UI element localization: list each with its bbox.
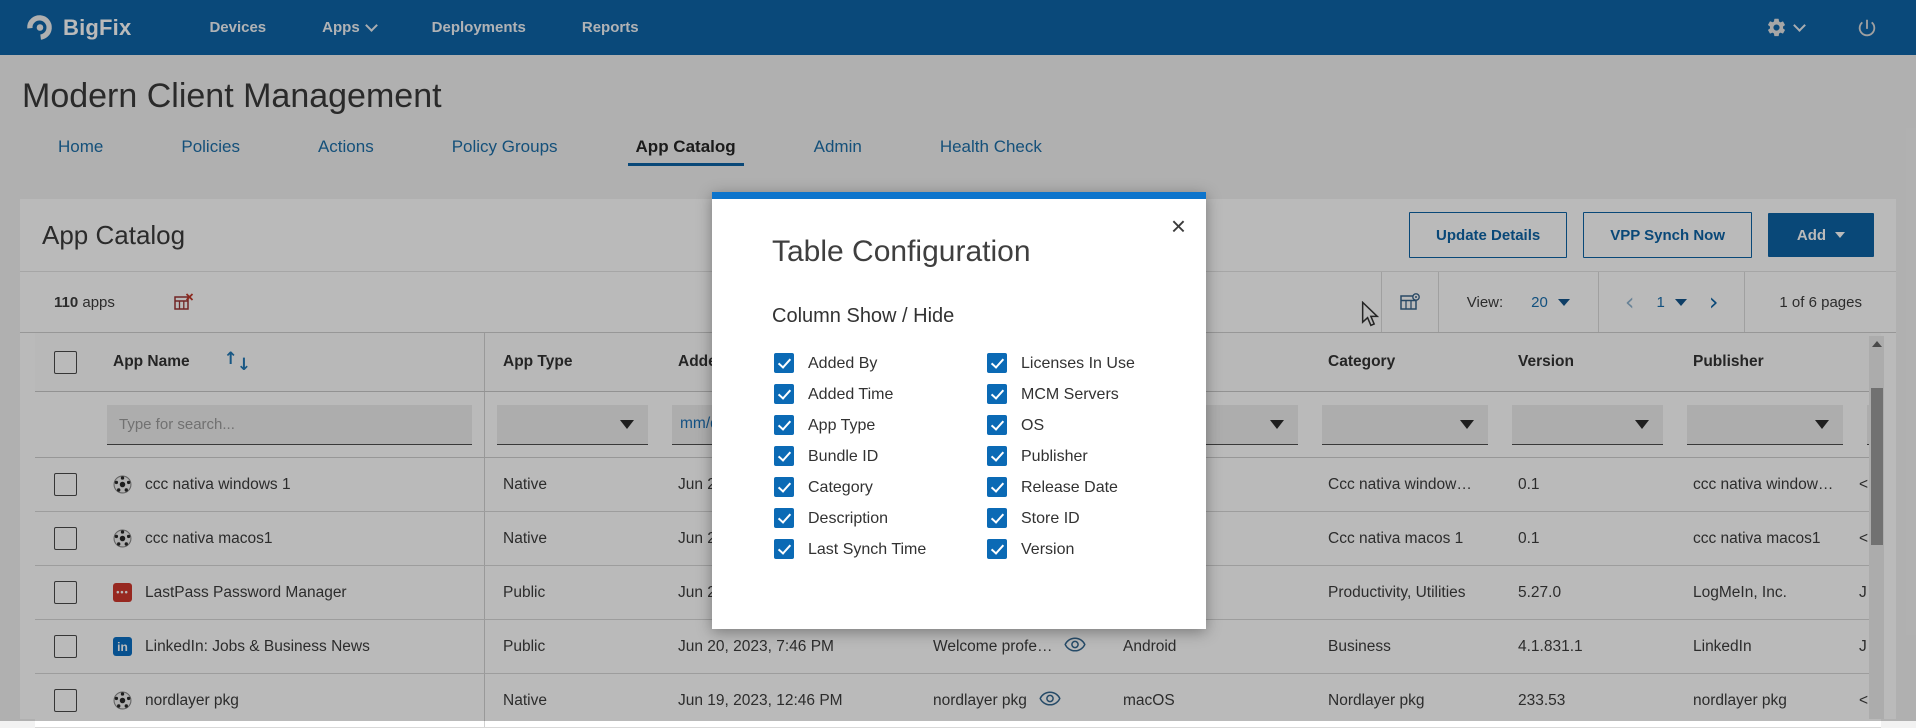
column-toggle-added-by[interactable]: Added By bbox=[774, 352, 987, 376]
checked-checkbox[interactable] bbox=[774, 539, 794, 559]
checked-checkbox[interactable] bbox=[987, 477, 1007, 497]
table-configuration-modal: × Table Configuration Column Show / Hide… bbox=[712, 192, 1206, 629]
checked-checkbox[interactable] bbox=[987, 353, 1007, 373]
column-toggle-version[interactable]: Version bbox=[987, 538, 1217, 562]
column-toggle-app-type[interactable]: App Type bbox=[774, 414, 987, 438]
column-toggle-mcm-servers[interactable]: MCM Servers bbox=[987, 383, 1217, 407]
checked-checkbox[interactable] bbox=[774, 477, 794, 497]
checked-checkbox[interactable] bbox=[774, 415, 794, 435]
column-toggle-category[interactable]: Category bbox=[774, 476, 987, 500]
checked-checkbox[interactable] bbox=[774, 508, 794, 528]
checked-checkbox[interactable] bbox=[774, 353, 794, 373]
checked-checkbox[interactable] bbox=[987, 384, 1007, 404]
column-toggle-store-id[interactable]: Store ID bbox=[987, 507, 1217, 531]
column-toggle-release-date[interactable]: Release Date bbox=[987, 476, 1217, 500]
column-toggle-description[interactable]: Description bbox=[774, 507, 987, 531]
checked-checkbox[interactable] bbox=[774, 446, 794, 466]
column-toggle-os[interactable]: OS bbox=[987, 414, 1217, 438]
modal-title: Table Configuration bbox=[772, 235, 1206, 269]
checked-checkbox[interactable] bbox=[987, 539, 1007, 559]
modal-subtitle: Column Show / Hide bbox=[772, 305, 1206, 328]
close-icon[interactable]: × bbox=[1171, 213, 1186, 239]
checked-checkbox[interactable] bbox=[987, 446, 1007, 466]
column-toggle-added-time[interactable]: Added Time bbox=[774, 383, 987, 407]
column-toggle-licenses-in-use[interactable]: Licenses In Use bbox=[987, 352, 1217, 376]
column-toggle-publisher[interactable]: Publisher bbox=[987, 445, 1217, 469]
column-toggle-list: Added By Added Time App Type Bundle ID Categ… bbox=[774, 352, 1206, 562]
checked-checkbox[interactable] bbox=[774, 384, 794, 404]
column-toggle-last-synch-time[interactable]: Last Synch Time bbox=[774, 538, 987, 562]
checked-checkbox[interactable] bbox=[987, 508, 1007, 528]
checked-checkbox[interactable] bbox=[987, 415, 1007, 435]
column-toggle-bundle-id[interactable]: Bundle ID bbox=[774, 445, 987, 469]
